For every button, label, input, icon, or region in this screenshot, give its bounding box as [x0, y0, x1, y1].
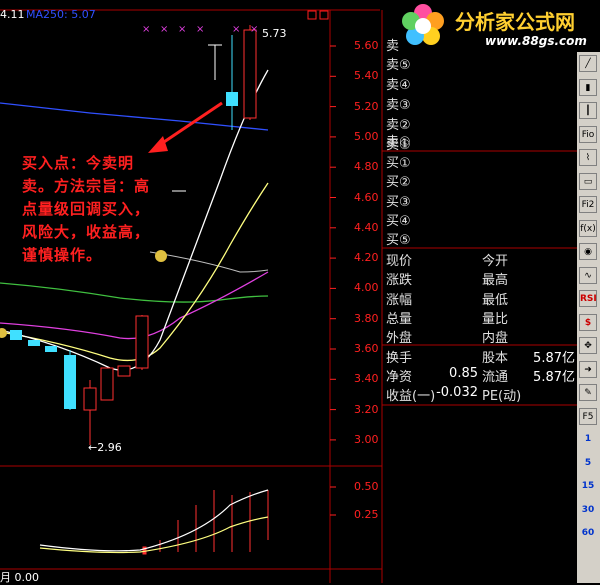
- quote-value: -0.032: [436, 385, 478, 400]
- price-tick-label: 3.80: [354, 311, 379, 325]
- flower-logo-icon: [402, 4, 444, 45]
- low-price-marker: ←2.96: [88, 441, 122, 454]
- candle-icon[interactable]: ▮: [579, 78, 597, 96]
- indicator-icon[interactable]: ⌇: [579, 149, 597, 166]
- quote-label: 净资: [386, 370, 413, 385]
- price-tick-label: 3.20: [354, 402, 379, 416]
- line-chart-icon[interactable]: ╱: [579, 55, 597, 72]
- vol-ma-white: [39, 489, 269, 552]
- period-1[interactable]: 1: [579, 431, 597, 448]
- period-15[interactable]: 15: [579, 478, 597, 495]
- logo: 分析家公式网 www.88gs.com: [395, 0, 600, 52]
- svg-text:×: ×: [250, 24, 258, 35]
- quote-label: 最低: [482, 292, 509, 308]
- svg-text:×: ×: [178, 24, 186, 35]
- orderbook-sell-header: 卖: [386, 39, 400, 54]
- restore-icon[interactable]: [307, 10, 317, 20]
- move-icon[interactable]: ✥: [579, 337, 597, 354]
- wave-icon[interactable]: ∿: [579, 266, 597, 284]
- rsi-button[interactable]: RSI: [579, 290, 597, 307]
- view-icon[interactable]: ◉: [579, 243, 597, 260]
- money-icon[interactable]: $: [579, 313, 597, 331]
- quote-label: 量比: [482, 311, 509, 327]
- money-bag-icon: [155, 250, 167, 262]
- price-tick-label: 3.00: [354, 432, 379, 446]
- ma250-line: [0, 102, 269, 131]
- quote-label: 现价: [386, 254, 413, 269]
- f5-button[interactable]: F5: [579, 407, 597, 425]
- pencil-icon[interactable]: ✎: [579, 384, 597, 401]
- annotation-arrow: [148, 101, 223, 153]
- orderbook-buy-row: 买④: [386, 213, 411, 229]
- orderbook-sell-row-1b: 卖①: [386, 135, 411, 150]
- price-tick-label: 4.80: [354, 160, 379, 174]
- logo-title: 分析家公式网: [455, 10, 575, 34]
- price-tick-label: 3.40: [354, 372, 379, 386]
- volume-axis: [330, 486, 336, 516]
- logo-url: www.88gs.com: [485, 34, 587, 48]
- orderbook-buy-row: 买③: [386, 194, 411, 210]
- svg-text:×: ×: [142, 24, 150, 35]
- quote-value: 0.85: [449, 366, 478, 381]
- quote-label: 收益(一): [386, 389, 436, 404]
- ma-partial-label: 4.11: [0, 8, 25, 21]
- quote-value: 5.87亿: [533, 370, 575, 385]
- quote-label: 涨幅: [386, 292, 413, 308]
- signal-markers: × × × × × ×: [142, 24, 258, 35]
- close-panel-icon[interactable]: [319, 10, 329, 20]
- fio-button[interactable]: Fio: [579, 125, 597, 143]
- price-tick-label: 4.40: [354, 220, 379, 234]
- svg-text:×: ×: [196, 24, 204, 35]
- orderbook-buy-row: 买①: [386, 156, 411, 171]
- ma250-label: MA250: 5.07: [26, 8, 96, 21]
- orderbook-buy-row: 买②: [386, 175, 411, 191]
- forward-icon[interactable]: ➜: [579, 360, 597, 378]
- price-tick-label: 4.00: [354, 281, 379, 295]
- price-tick-label: 3.60: [354, 342, 379, 355]
- orderbook-sell-row: 卖⑤: [386, 58, 411, 73]
- price-tick-label: 5.00: [354, 129, 379, 143]
- ma-magenta-line: [0, 271, 269, 340]
- price-tick-label: 5.40: [354, 69, 379, 83]
- buy-point-annotation: 买入点：今卖明卖。方法宗旨：高点量级回调买入，风险大，收益高，谨慎操作。: [22, 154, 151, 264]
- quote-label: 总量: [386, 311, 413, 327]
- quote-label: 股本: [482, 351, 509, 366]
- orderbook-buy-row: 买⑤: [386, 233, 411, 249]
- price-tick-label: 5.60: [354, 39, 379, 52]
- orderbook-sell-row: 卖④: [386, 78, 411, 93]
- screen-icon[interactable]: ▭: [579, 172, 597, 190]
- period-30[interactable]: 30: [579, 501, 597, 519]
- price-axis: [330, 45, 336, 441]
- volume-bars: [142, 490, 269, 555]
- vol-ma-yellow: [39, 516, 269, 554]
- high-price-marker: 5.73: [262, 27, 287, 40]
- volume-tick-label: 0.25: [354, 508, 379, 521]
- quote-label: 涨跌: [386, 273, 413, 289]
- quote-label: 外盘: [386, 331, 413, 347]
- quote-label: 流通: [482, 370, 509, 385]
- svg-text:×: ×: [160, 24, 168, 35]
- quote-label: 今开: [482, 254, 509, 269]
- price-tick-label: 4.20: [354, 251, 379, 265]
- fx-button[interactable]: f(x): [579, 219, 597, 237]
- money-bag-icon-left: [0, 328, 7, 338]
- volume-tick-label: 0.50: [354, 480, 379, 493]
- quote-value: 5.87亿: [533, 351, 575, 366]
- price-tick-label: 5.20: [354, 99, 379, 113]
- stock-chart: × × × × × ×: [0, 9, 578, 583]
- quote-label: 最高: [482, 273, 509, 289]
- svg-text:×: ×: [232, 24, 240, 35]
- bar-chart-icon[interactable]: ┃: [579, 102, 597, 119]
- orderbook-sell-row: 卖③: [386, 98, 411, 113]
- fi2-button[interactable]: Fi2: [579, 196, 597, 213]
- ma-green-line: [0, 282, 269, 303]
- quote-label: 内盘: [482, 331, 509, 347]
- ma-lightgray-line: [149, 251, 269, 273]
- price-tick-label: 4.60: [354, 190, 379, 204]
- period-5[interactable]: 5: [579, 454, 597, 472]
- quote-label: 换手: [386, 351, 413, 366]
- quote-label: PE(动): [482, 389, 522, 404]
- period-60[interactable]: 60: [579, 525, 597, 542]
